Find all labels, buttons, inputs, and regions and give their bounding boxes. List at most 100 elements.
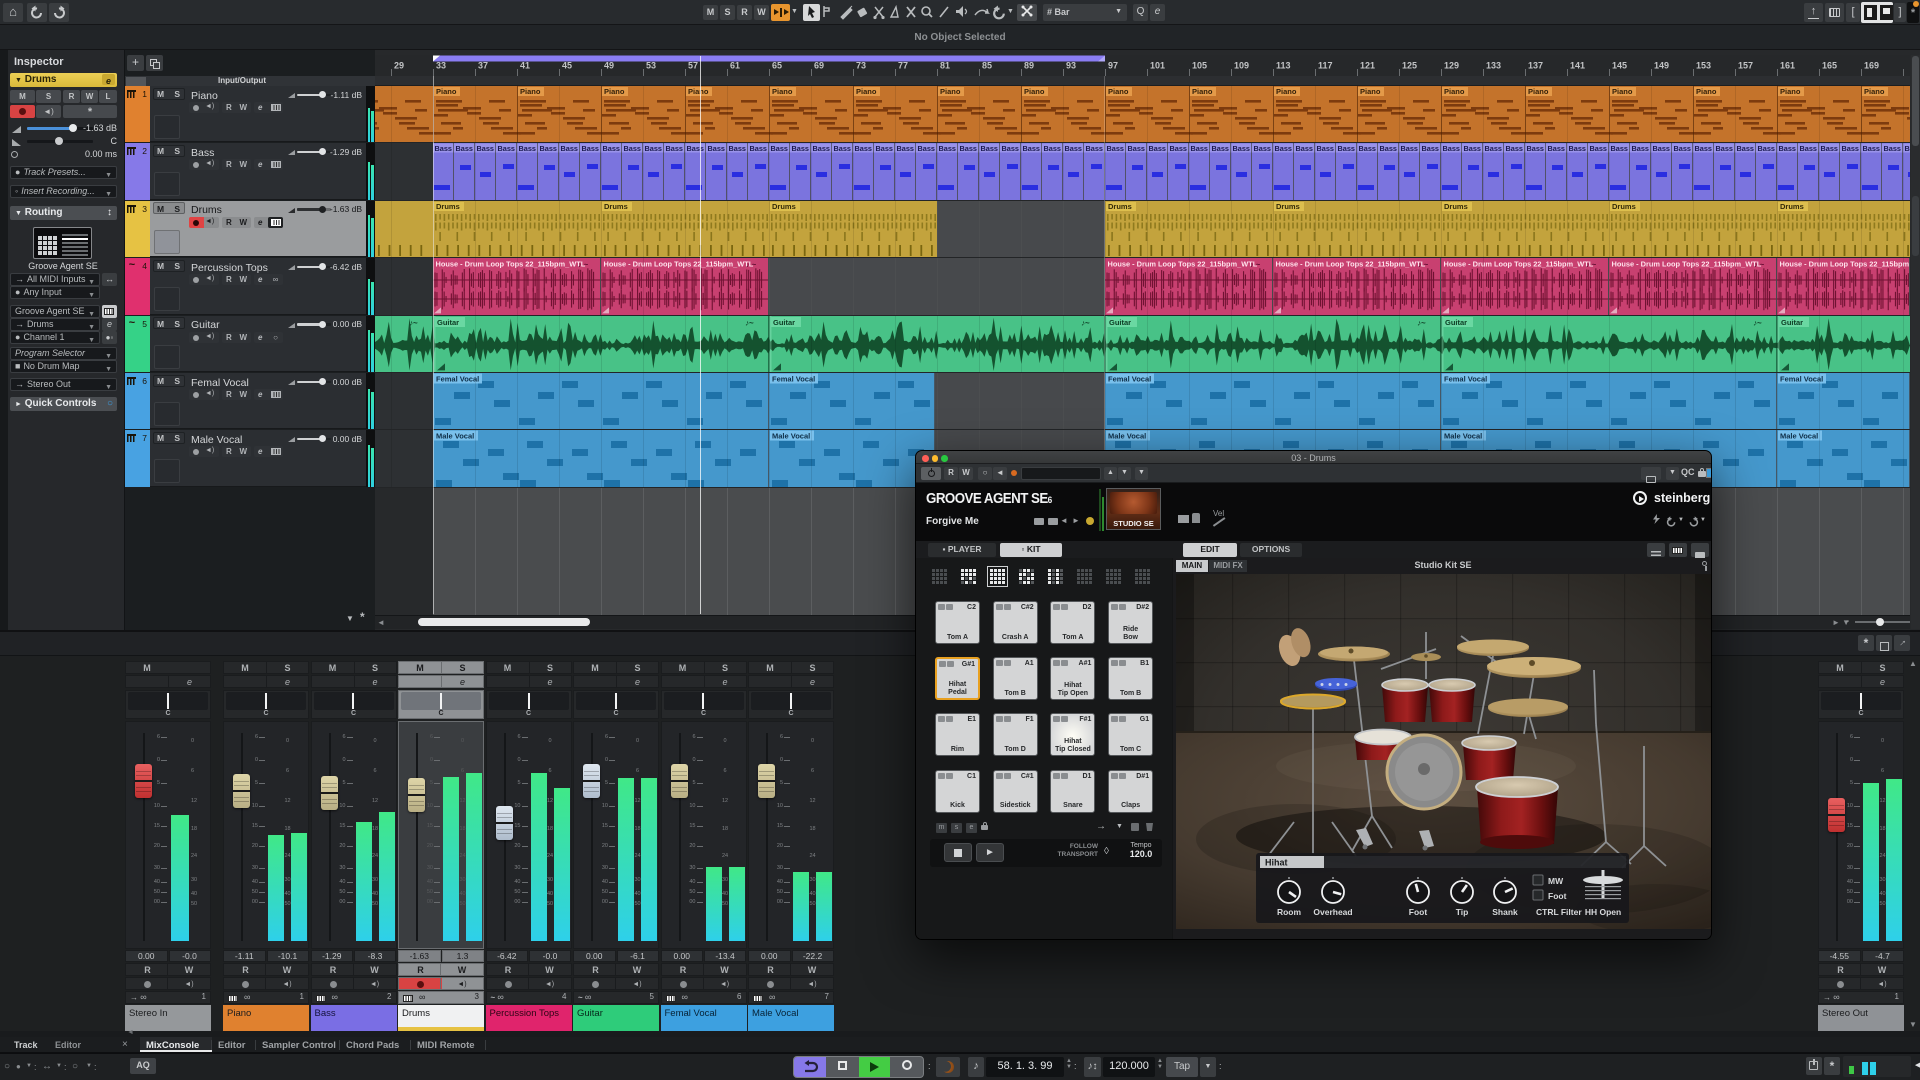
svg-text:Bass: Bass — [1107, 144, 1124, 153]
svg-text:Bass: Bass — [1779, 144, 1796, 153]
svg-text:93: 93 — [1066, 61, 1076, 71]
svg-text:CTRL Filter: CTRL Filter — [1536, 907, 1582, 917]
svg-text:77: 77 — [898, 61, 908, 71]
svg-text:Bass: Bass — [561, 144, 578, 153]
svg-text:Bass: Bass — [1464, 144, 1481, 153]
svg-text:145: 145 — [1612, 61, 1627, 71]
svg-text:Bass: Bass — [813, 144, 830, 153]
svg-text:Bass: Bass — [540, 144, 557, 153]
svg-text:Bass: Bass — [750, 144, 767, 153]
svg-text:117: 117 — [1318, 61, 1333, 71]
svg-text:Bass: Bass — [1170, 144, 1187, 153]
svg-text:Bass: Bass — [1296, 144, 1313, 153]
svg-text:Bass: Bass — [435, 144, 452, 153]
svg-text:Guitar: Guitar — [437, 318, 459, 327]
svg-text:Piano: Piano — [1024, 87, 1045, 96]
svg-text:♪ ~: ♪ ~ — [1754, 260, 1765, 269]
svg-text:Bass: Bass — [477, 144, 494, 153]
svg-text:49: 49 — [604, 61, 614, 71]
svg-text:Piano: Piano — [1444, 87, 1465, 96]
svg-text:Bass: Bass — [939, 144, 956, 153]
svg-text:Bass: Bass — [1590, 144, 1607, 153]
svg-text:141: 141 — [1570, 61, 1585, 71]
svg-text:Bass: Bass — [1758, 144, 1775, 153]
svg-text:Bass: Bass — [1569, 144, 1586, 153]
svg-text:Femal Vocal: Femal Vocal — [436, 375, 479, 384]
svg-text:Bass: Bass — [1632, 144, 1649, 153]
svg-text:Piano: Piano — [1108, 87, 1129, 96]
svg-text:Bass: Bass — [1506, 144, 1523, 153]
svg-text:73: 73 — [856, 61, 866, 71]
svg-text:Piano: Piano — [940, 87, 961, 96]
svg-text:169: 169 — [1864, 61, 1879, 71]
svg-text:Bass: Bass — [1359, 144, 1376, 153]
svg-text:Drums: Drums — [1612, 202, 1636, 211]
svg-text:37: 37 — [478, 61, 488, 71]
svg-text:House - Drum Loop Tops 22_115b: House - Drum Loop Tops 22_115bpm_WTL — [436, 260, 586, 269]
svg-text:Hihat: Hihat — [1265, 858, 1288, 868]
svg-text:Bass: Bass — [1002, 144, 1019, 153]
svg-text:157: 157 — [1738, 61, 1753, 71]
svg-text:♪ ~: ♪ ~ — [1250, 260, 1261, 269]
svg-text:Bass: Bass — [771, 144, 788, 153]
svg-text:137: 137 — [1528, 61, 1543, 71]
svg-text:61: 61 — [730, 61, 740, 71]
svg-text:Femal Vocal: Femal Vocal — [772, 375, 815, 384]
svg-text:♪~: ♪~ — [1753, 318, 1762, 327]
svg-text:Bass: Bass — [1212, 144, 1229, 153]
svg-text:33: 33 — [436, 61, 446, 71]
svg-text:Bass: Bass — [519, 144, 536, 153]
svg-text:Bass: Bass — [1254, 144, 1271, 153]
svg-text:♪ ~: ♪ ~ — [1418, 260, 1429, 269]
svg-text:Piano: Piano — [856, 87, 877, 96]
svg-text:MW: MW — [1548, 876, 1564, 886]
svg-text:Bass: Bass — [960, 144, 977, 153]
svg-text:Bass: Bass — [582, 144, 599, 153]
svg-text:Bass: Bass — [1527, 144, 1544, 153]
svg-text:House - Drum Loop Tops 22_115b: House - Drum Loop Tops 22_115bpm_WTL — [1108, 260, 1258, 269]
svg-text:Piano: Piano — [1864, 87, 1885, 96]
svg-text:Bass: Bass — [1485, 144, 1502, 153]
svg-text:Bass: Bass — [1611, 144, 1628, 153]
svg-text:Bass: Bass — [1275, 144, 1292, 153]
svg-text:69: 69 — [814, 61, 824, 71]
svg-text:Overhead: Overhead — [1313, 907, 1352, 917]
svg-text:Drums: Drums — [772, 202, 796, 211]
svg-text:Piano: Piano — [1780, 87, 1801, 96]
svg-text:Drums: Drums — [1276, 202, 1300, 211]
svg-text:129: 129 — [1444, 61, 1459, 71]
svg-text:Femal Vocal: Femal Vocal — [1108, 375, 1151, 384]
svg-text:121: 121 — [1360, 61, 1375, 71]
svg-text:Bass: Bass — [1149, 144, 1166, 153]
svg-text:Bass: Bass — [792, 144, 809, 153]
svg-text:Drums: Drums — [1108, 202, 1132, 211]
svg-text:Drums: Drums — [604, 202, 628, 211]
svg-text:Bass: Bass — [1086, 144, 1103, 153]
svg-text:♪~: ♪~ — [1417, 318, 1426, 327]
svg-text:Tip: Tip — [1456, 907, 1469, 917]
svg-text:Piano: Piano — [688, 87, 709, 96]
svg-text:Male Vocal: Male Vocal — [1444, 432, 1482, 441]
svg-text:Bass: Bass — [834, 144, 851, 153]
svg-text:Piano: Piano — [1528, 87, 1549, 96]
svg-text:House - Drum Loop Tops 22_115b: House - Drum Loop Tops 22_115bpm_WTL — [604, 260, 754, 269]
svg-text:♪~: ♪~ — [745, 318, 754, 327]
svg-text:Bass: Bass — [918, 144, 935, 153]
svg-text:Bass: Bass — [603, 144, 620, 153]
svg-text:Drums: Drums — [436, 202, 460, 211]
svg-text:65: 65 — [772, 61, 782, 71]
svg-text:Bass: Bass — [897, 144, 914, 153]
svg-text:Piano: Piano — [1276, 87, 1297, 96]
svg-text:Bass: Bass — [624, 144, 641, 153]
svg-text:Bass: Bass — [1716, 144, 1733, 153]
svg-text:Bass: Bass — [708, 144, 725, 153]
svg-text:Bass: Bass — [1695, 144, 1712, 153]
svg-text:Piano: Piano — [436, 87, 457, 96]
svg-text:125: 125 — [1402, 61, 1417, 71]
svg-text:97: 97 — [1108, 61, 1118, 71]
svg-text:Piano: Piano — [520, 87, 541, 96]
svg-text:House - Drum Loop Tops 22_115b: House - Drum Loop Tops 22_115bpm_WTL — [1276, 260, 1426, 269]
svg-text:Piano: Piano — [604, 87, 625, 96]
svg-text:81: 81 — [940, 61, 950, 71]
svg-text:Bass: Bass — [1338, 144, 1355, 153]
